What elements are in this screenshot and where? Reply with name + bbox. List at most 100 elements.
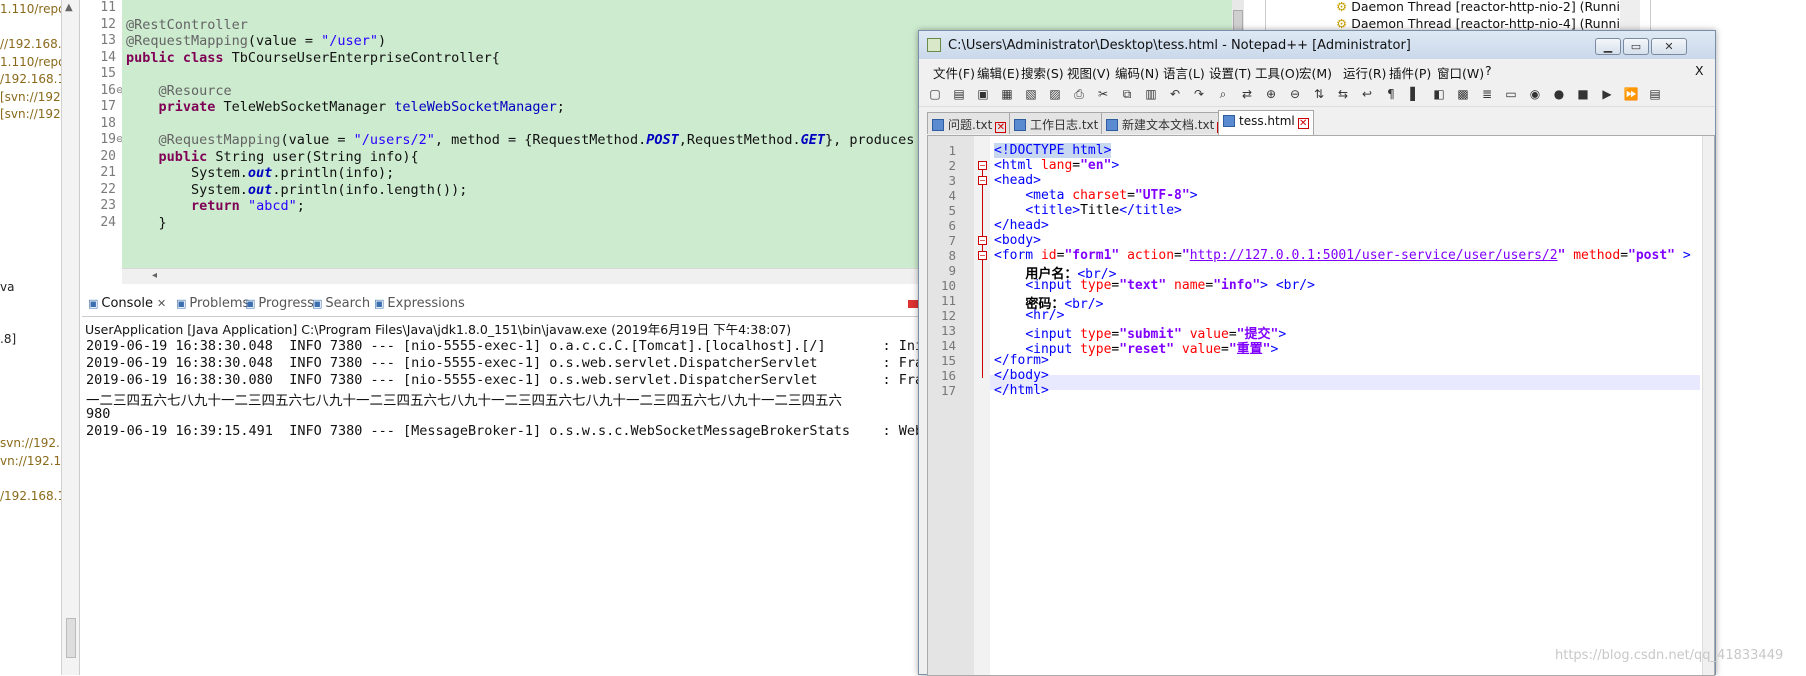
menu-item[interactable]: 编辑(E) bbox=[977, 63, 1020, 82]
code-line[interactable]: </head> bbox=[994, 218, 1049, 233]
indent-guide-icon[interactable]: ▌ bbox=[1407, 86, 1423, 102]
tree-item[interactable]: .8] bbox=[0, 332, 16, 346]
tab-close-icon[interactable]: ✕ bbox=[995, 122, 1007, 133]
code-line[interactable]: <title>Title</title> bbox=[994, 203, 1182, 218]
zoom-out-icon[interactable]: ⊖ bbox=[1287, 86, 1303, 102]
code-line[interactable]: <!DOCTYPE html> bbox=[994, 143, 1112, 158]
debug-scrollbar[interactable] bbox=[1620, 0, 1640, 30]
fold-toggle-icon[interactable]: − bbox=[978, 251, 987, 260]
cut-icon[interactable]: ✂ bbox=[1095, 86, 1111, 102]
tab-close-icon[interactable]: ✕ bbox=[1297, 118, 1309, 129]
code-line[interactable]: public class TbCourseUserEnterpriseContr… bbox=[126, 50, 500, 66]
scroll-up-icon[interactable]: ▲ bbox=[65, 2, 73, 13]
save-all-icon[interactable]: ▦ bbox=[999, 86, 1015, 102]
tab-progress[interactable]: ▣ Progress bbox=[245, 296, 314, 311]
console-output[interactable]: 2019-06-19 16:38:30.048 INFO 7380 --- [n… bbox=[82, 339, 922, 675]
zoom-in-icon[interactable]: ⊕ bbox=[1263, 86, 1279, 102]
close-tab-icon[interactable]: ✕ bbox=[157, 297, 166, 310]
file-tab[interactable]: tess.html ✕ bbox=[1218, 110, 1314, 135]
fold-toggle-icon[interactable]: − bbox=[978, 161, 987, 170]
file-tab[interactable]: 问题.txt ✕ bbox=[927, 112, 1012, 134]
npp-editor[interactable]: 1 2 3 4 5 6 7 8 9 10 11 12 13 14 15 16 17 <!DOCTYPE html… bbox=[927, 135, 1715, 676]
doc-map-icon[interactable]: ▩ bbox=[1455, 86, 1471, 102]
new-file-icon[interactable]: ▢ bbox=[927, 86, 943, 102]
find-icon[interactable]: ⌕ bbox=[1215, 86, 1231, 102]
scrollbar-thumb[interactable] bbox=[66, 618, 76, 658]
maximize-button[interactable]: ▭ bbox=[1623, 38, 1649, 55]
tree-item[interactable]: /192.168.1 bbox=[0, 489, 61, 503]
tab-problems[interactable]: ▣ Problems bbox=[176, 296, 249, 311]
open-file-icon[interactable]: ▤ bbox=[951, 86, 967, 102]
menu-close-button[interactable]: X bbox=[1695, 63, 1704, 78]
tree-item[interactable]: 1.110/repo bbox=[0, 2, 61, 16]
tab-console[interactable]: ▣ Console ✕ bbox=[88, 296, 166, 311]
code-line[interactable]: <input type="text" name="info"> <br/> bbox=[994, 278, 1315, 293]
monitor-icon[interactable]: ◉ bbox=[1527, 86, 1543, 102]
show-all-icon[interactable]: ¶ bbox=[1383, 86, 1399, 102]
wrap-icon[interactable]: ↩ bbox=[1359, 86, 1375, 102]
menu-item[interactable]: 视图(V) bbox=[1067, 63, 1110, 82]
code-line[interactable]: System.out.println(info); bbox=[126, 165, 394, 181]
save-icon[interactable]: ▣ bbox=[975, 86, 991, 102]
code-line[interactable]: @Resource bbox=[126, 83, 232, 99]
code-line[interactable]: return "abcd"; bbox=[126, 198, 305, 214]
code-line[interactable]: <meta charset="UTF-8"> bbox=[994, 188, 1197, 203]
close-icon[interactable]: ▧ bbox=[1023, 86, 1039, 102]
tab-expressions[interactable]: ▣ Expressions bbox=[374, 296, 465, 311]
file-tab[interactable]: 新建文本文档.txt✕ bbox=[1101, 112, 1234, 134]
sync-v-icon[interactable]: ⇅ bbox=[1311, 86, 1327, 102]
tree-item[interactable]: [svn://192 bbox=[0, 107, 61, 121]
code-line[interactable]: <form id="form1" action="http://127.0.0.… bbox=[994, 248, 1691, 263]
code-line[interactable]: public String user(String info){ bbox=[126, 149, 419, 165]
tab-search[interactable]: ▣ Search bbox=[312, 296, 370, 311]
code-line[interactable]: } bbox=[126, 215, 167, 231]
print-icon[interactable]: ⎙ bbox=[1071, 86, 1087, 102]
close-button[interactable]: ✕ bbox=[1651, 38, 1687, 55]
menu-item[interactable]: 搜索(S) bbox=[1021, 63, 1064, 82]
code-line[interactable]: </body> bbox=[994, 368, 1049, 383]
tree-item[interactable]: 1.110/repo bbox=[0, 55, 61, 69]
notepadpp-window[interactable]: C:\Users\Administrator\Desktop\tess.html… bbox=[918, 30, 1716, 676]
code-line[interactable]: <head> bbox=[994, 173, 1041, 188]
play-icon[interactable]: ▶ bbox=[1599, 86, 1615, 102]
minimize-button[interactable]: ▁ bbox=[1595, 38, 1621, 55]
folder-icon[interactable]: ▭ bbox=[1503, 86, 1519, 102]
tree-item[interactable]: /192.168.1 bbox=[0, 72, 61, 86]
copy-icon[interactable]: ⧉ bbox=[1119, 86, 1135, 102]
code-line[interactable]: </html> bbox=[994, 383, 1049, 398]
code-line[interactable]: <html lang="en"> bbox=[994, 158, 1119, 173]
sync-h-icon[interactable]: ⇆ bbox=[1335, 86, 1351, 102]
debug-thread-item[interactable]: ⚙ Daemon Thread [reactor-http-nio-4] (Ru… bbox=[1336, 16, 1636, 31]
menu-item[interactable]: 文件(F) bbox=[933, 63, 975, 82]
func-list-icon[interactable]: ≣ bbox=[1479, 86, 1495, 102]
tree-item[interactable]: vn://192.16 bbox=[0, 454, 61, 468]
tree-scrollbar[interactable]: ▲ bbox=[62, 0, 80, 675]
code-line[interactable]: System.out.println(info.length()); bbox=[126, 182, 467, 198]
code-line[interactable]: @RequestMapping(value = "/users/2", meth… bbox=[126, 132, 931, 148]
menu-item[interactable]: 窗口(W) bbox=[1437, 63, 1484, 82]
terminate-icon[interactable] bbox=[908, 300, 918, 308]
lang-icon[interactable]: ◧ bbox=[1431, 86, 1447, 102]
menu-item[interactable]: 语言(L) bbox=[1163, 63, 1205, 82]
tree-item[interactable]: va bbox=[0, 280, 14, 294]
code-line[interactable]: @RequestMapping(value = "/user") bbox=[126, 33, 386, 49]
tree-item[interactable]: [svn://192 bbox=[0, 90, 61, 104]
menu-item[interactable]: 工具(O) bbox=[1255, 63, 1300, 82]
record-icon[interactable]: ● bbox=[1551, 86, 1567, 102]
run-multi-icon[interactable]: ⏩ bbox=[1623, 86, 1639, 102]
close-all-icon[interactable]: ▨ bbox=[1047, 86, 1063, 102]
scroll-left-icon[interactable]: ◂ bbox=[152, 270, 157, 281]
stop-icon[interactable]: ■ bbox=[1575, 86, 1591, 102]
code-line[interactable]: @RestController bbox=[126, 17, 248, 33]
code-line[interactable]: private TeleWebSocketManager teleWebSock… bbox=[126, 99, 565, 115]
save-macro-icon[interactable]: ▤ bbox=[1647, 86, 1663, 102]
code-line[interactable]: <hr/> bbox=[994, 308, 1064, 323]
menu-item[interactable]: 插件(P) bbox=[1389, 63, 1431, 82]
tree-item[interactable]: svn://192.1 bbox=[0, 436, 61, 450]
menu-item[interactable]: ? bbox=[1485, 63, 1492, 78]
code-line[interactable]: </form> bbox=[994, 353, 1049, 368]
fold-toggle-icon[interactable]: − bbox=[978, 236, 987, 245]
debug-thread-item[interactable]: ⚙ Daemon Thread [reactor-http-nio-2] (Ru… bbox=[1336, 0, 1636, 14]
menu-item[interactable]: 运行(R) bbox=[1343, 63, 1386, 82]
fold-toggle-icon[interactable]: − bbox=[978, 176, 987, 185]
